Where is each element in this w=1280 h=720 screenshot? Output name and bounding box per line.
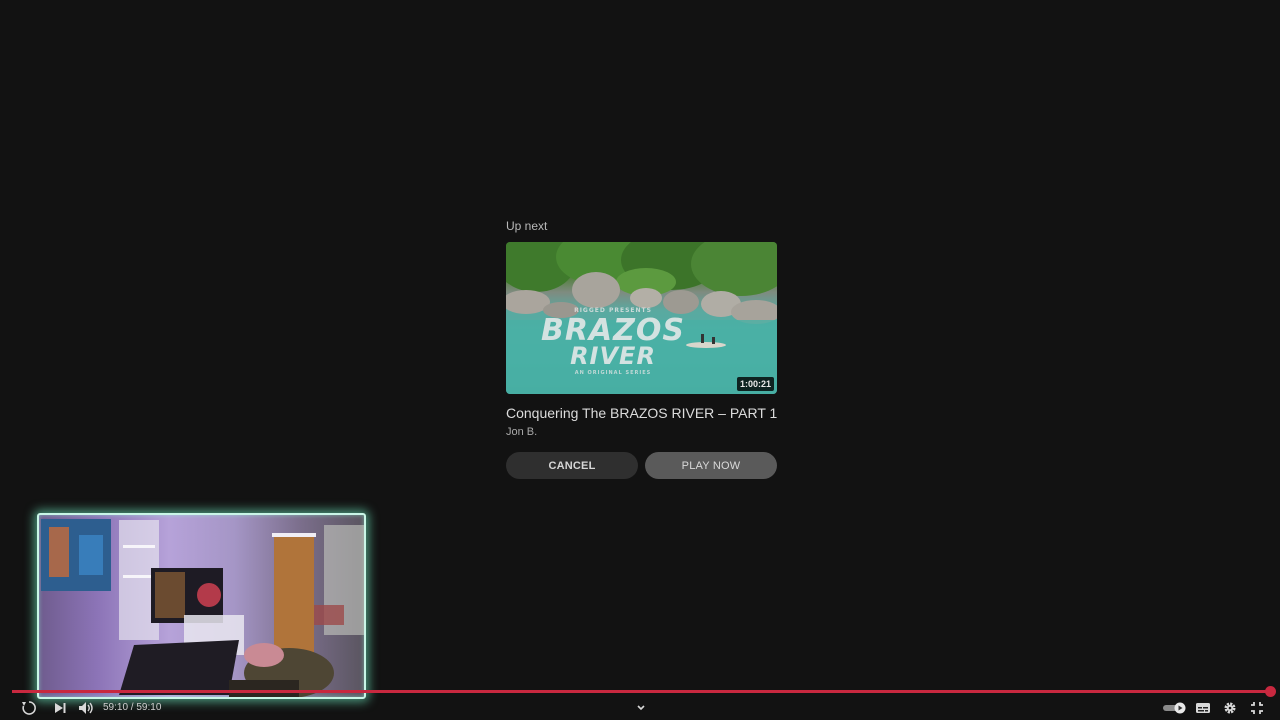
up-next-channel-name: Jon B. (506, 426, 538, 438)
replay-icon (22, 701, 36, 715)
expand-chevron-button[interactable] (631, 698, 651, 718)
up-next-panel: Up next RIGGED PRESENTS BRAZOS RIVER AN … (506, 217, 777, 479)
webcam-overlay (37, 513, 366, 699)
video-player[interactable]: Up next RIGGED PRESENTS BRAZOS RIVER AN … (0, 0, 1280, 720)
player-controls: 59:10 / 59:10 (0, 696, 1280, 720)
up-next-video-title[interactable]: Conquering The BRAZOS RIVER – PART 1 (506, 404, 777, 422)
autoplay-toggle-icon (1163, 702, 1186, 714)
next-button[interactable] (50, 698, 70, 718)
up-next-label: Up next (506, 219, 548, 233)
exit-fullscreen-icon (1251, 702, 1263, 714)
play-now-button[interactable]: PLAY NOW (645, 452, 777, 479)
up-next-thumbnail[interactable]: RIGGED PRESENTS BRAZOS RIVER AN ORIGINAL… (506, 242, 777, 394)
next-icon (55, 703, 66, 713)
webcam-scene (41, 519, 364, 697)
gear-icon (1224, 702, 1236, 714)
subtitles-button[interactable] (1193, 698, 1213, 718)
cancel-button[interactable]: CANCEL (506, 452, 638, 479)
timecode: 59:10 / 59:10 (103, 702, 162, 713)
duration-badge: 1:00:21 (736, 377, 774, 391)
subtitles-icon (1196, 703, 1210, 713)
autoplay-toggle[interactable] (1162, 698, 1188, 718)
thumbnail-title-art: RIGGED PRESENTS BRAZOS RIVER AN ORIGINAL… (540, 307, 686, 376)
chevron-down-icon (637, 705, 645, 711)
progress-bar[interactable] (12, 686, 1276, 697)
up-next-actions: CANCEL PLAY NOW (506, 452, 777, 479)
exit-fullscreen-button[interactable] (1247, 698, 1267, 718)
replay-button[interactable] (19, 698, 39, 718)
volume-icon (79, 702, 93, 714)
progress-fill (12, 690, 1270, 693)
settings-button[interactable] (1220, 698, 1240, 718)
volume-button[interactable] (76, 698, 96, 718)
